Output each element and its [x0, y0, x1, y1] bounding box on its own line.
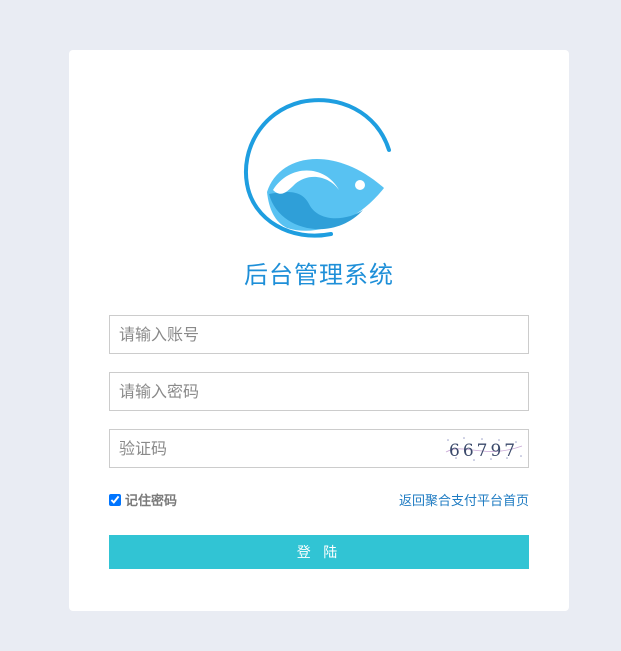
login-button[interactable]: 登 陆	[109, 535, 529, 569]
remember-checkbox[interactable]	[109, 493, 121, 506]
captcha-input[interactable]	[110, 430, 430, 467]
fish-logo-icon	[244, 98, 391, 238]
captcha-code: 66797	[449, 441, 518, 461]
password-field[interactable]	[109, 372, 529, 411]
remember-label: 记住密码	[125, 494, 178, 509]
account-field[interactable]	[109, 315, 529, 354]
app-title: 后台管理系统	[244, 261, 394, 289]
remember-password[interactable]: 记住密码	[109, 490, 177, 509]
back-to-home-link[interactable]: 返回聚合支付平台首页	[399, 490, 529, 509]
captcha-field[interactable]: 66797	[109, 429, 529, 468]
captcha-image[interactable]: 66797	[444, 434, 524, 464]
password-input[interactable]	[110, 373, 528, 410]
account-input[interactable]	[110, 316, 528, 353]
login-card: 后台管理系统 66797 记住密码 返回聚合支付平台首页 登 陆	[69, 50, 569, 611]
